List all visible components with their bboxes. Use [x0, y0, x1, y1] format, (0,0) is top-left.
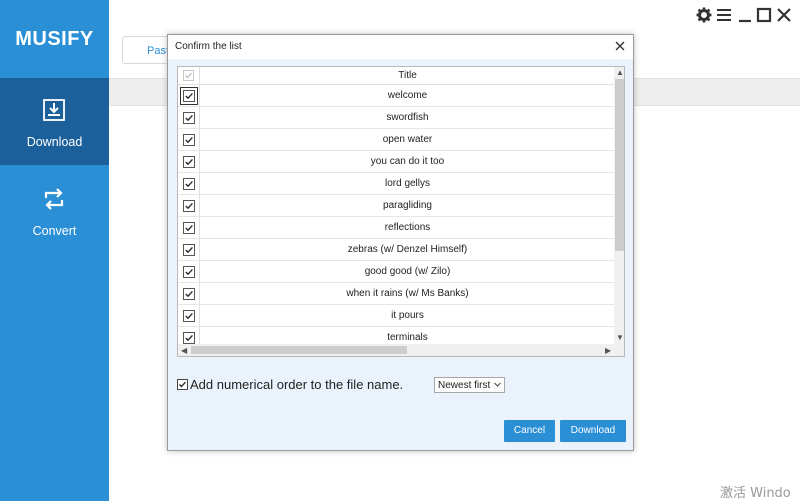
vertical-scroll-thumb[interactable] — [615, 79, 624, 251]
sidebar-item-label: Convert — [32, 224, 77, 238]
track-title: welcome — [387, 90, 428, 101]
track-title: when it rains (w/ Ms Banks) — [346, 288, 469, 299]
dialog-title-bar: Confirm the list — [168, 35, 633, 59]
checkmark-icon — [185, 136, 193, 144]
checkmark-icon — [185, 92, 193, 100]
track-row[interactable]: zebras (w/ Denzel Himself) — [178, 239, 614, 261]
sidebar-item-download[interactable]: Download — [0, 78, 109, 165]
track-checkbox[interactable] — [183, 310, 195, 322]
gear-icon[interactable] — [696, 7, 712, 23]
track-title: zebras (w/ Denzel Himself) — [347, 244, 468, 255]
checkmark-icon — [179, 381, 186, 388]
track-row[interactable]: reflections — [178, 217, 614, 239]
scroll-up-icon[interactable]: ▲ — [616, 69, 624, 77]
order-dropdown[interactable]: Newest first — [434, 377, 505, 393]
download-icon — [43, 99, 65, 121]
horizontal-scroll-thumb[interactable] — [191, 346, 407, 354]
track-row[interactable]: swordfish — [178, 107, 614, 129]
checkmark-icon — [185, 158, 193, 166]
track-row[interactable]: good good (w/ Zilo) — [178, 261, 614, 283]
scroll-right-icon[interactable]: ▶ — [605, 346, 611, 355]
checkmark-icon — [185, 180, 193, 188]
app-window: MUSIFY Download Convert Paste 激活 Windo C… — [0, 0, 800, 501]
track-title: you can do it too — [370, 156, 445, 167]
sidebar-item-label: Download — [26, 135, 83, 149]
track-row[interactable]: welcome — [178, 85, 614, 107]
track-title: lord gellys — [384, 178, 431, 189]
scrollbar-corner — [614, 344, 624, 356]
minimize-icon[interactable] — [737, 7, 753, 23]
scroll-down-icon[interactable]: ▼ — [616, 334, 624, 342]
track-row[interactable]: it pours — [178, 305, 614, 327]
sidebar-item-convert[interactable]: Convert — [0, 167, 109, 254]
track-row[interactable]: paragliding — [178, 195, 614, 217]
checkmark-icon — [185, 268, 193, 276]
download-button[interactable]: Download — [560, 420, 626, 442]
app-logo: MUSIFY — [15, 28, 94, 50]
track-title: open water — [382, 134, 433, 145]
track-row[interactable]: open water — [178, 129, 614, 151]
track-checkbox[interactable] — [183, 332, 195, 344]
track-list: Title welcome swordfish open water you can … — [177, 66, 625, 357]
dialog-close-icon[interactable] — [614, 40, 626, 52]
track-row[interactable]: when it rains (w/ Ms Banks) — [178, 283, 614, 305]
track-checkbox[interactable] — [183, 222, 195, 234]
column-header-title: Title — [398, 70, 417, 81]
track-list-header: Title — [178, 67, 614, 85]
numerical-order-checkbox[interactable] — [177, 379, 188, 390]
track-checkbox[interactable] — [183, 200, 195, 212]
checkmark-icon — [185, 224, 193, 232]
track-title: good good (w/ Zilo) — [364, 266, 451, 277]
track-list-viewport: Title welcome swordfish open water you can … — [178, 67, 614, 344]
close-icon[interactable] — [776, 7, 792, 23]
track-title: paragliding — [383, 200, 432, 211]
chevron-down-icon — [494, 382, 501, 387]
track-checkbox[interactable] — [183, 134, 195, 146]
order-dropdown-value: Newest first — [438, 380, 491, 391]
track-row[interactable]: terminals — [178, 327, 614, 344]
checkmark-icon — [185, 202, 193, 210]
track-title: reflections — [384, 222, 431, 233]
track-row[interactable]: lord gellys — [178, 173, 614, 195]
checkmark-icon — [185, 312, 193, 320]
dialog-title: Confirm the list — [175, 41, 242, 52]
select-all-checkbox[interactable] — [183, 70, 194, 81]
convert-icon — [44, 188, 64, 210]
track-checkbox[interactable] — [183, 244, 195, 256]
checkmark-icon — [185, 246, 193, 254]
track-title: it pours — [391, 310, 424, 321]
track-row[interactable]: you can do it too — [178, 151, 614, 173]
checkmark-icon — [185, 114, 193, 122]
track-checkbox[interactable] — [183, 266, 195, 278]
activation-watermark: 激活 Windo — [720, 486, 791, 501]
track-title: swordfish — [386, 112, 429, 123]
track-checkbox[interactable] — [183, 288, 195, 300]
numerical-order-label[interactable]: Add numerical order to the file name. — [190, 377, 403, 392]
menu-icon[interactable] — [716, 7, 732, 23]
track-checkbox[interactable] — [183, 156, 195, 168]
maximize-icon[interactable] — [756, 7, 772, 23]
checkmark-icon — [185, 290, 193, 298]
cancel-button[interactable]: Cancel — [504, 420, 555, 442]
horizontal-scrollbar[interactable]: ◀ ▶ — [178, 344, 614, 356]
track-title: terminals — [387, 332, 428, 343]
scroll-left-icon[interactable]: ◀ — [181, 346, 187, 355]
vertical-scrollbar[interactable]: ▲ ▼ — [614, 67, 624, 344]
track-checkbox[interactable] — [180, 87, 198, 105]
track-checkbox[interactable] — [183, 178, 195, 190]
sidebar: MUSIFY Download Convert — [0, 0, 109, 501]
checkmark-icon — [185, 334, 193, 342]
checkmark-icon — [185, 72, 192, 79]
confirm-list-dialog: Confirm the list Title welcome swordfish o… — [167, 34, 634, 451]
track-checkbox[interactable] — [183, 112, 195, 124]
